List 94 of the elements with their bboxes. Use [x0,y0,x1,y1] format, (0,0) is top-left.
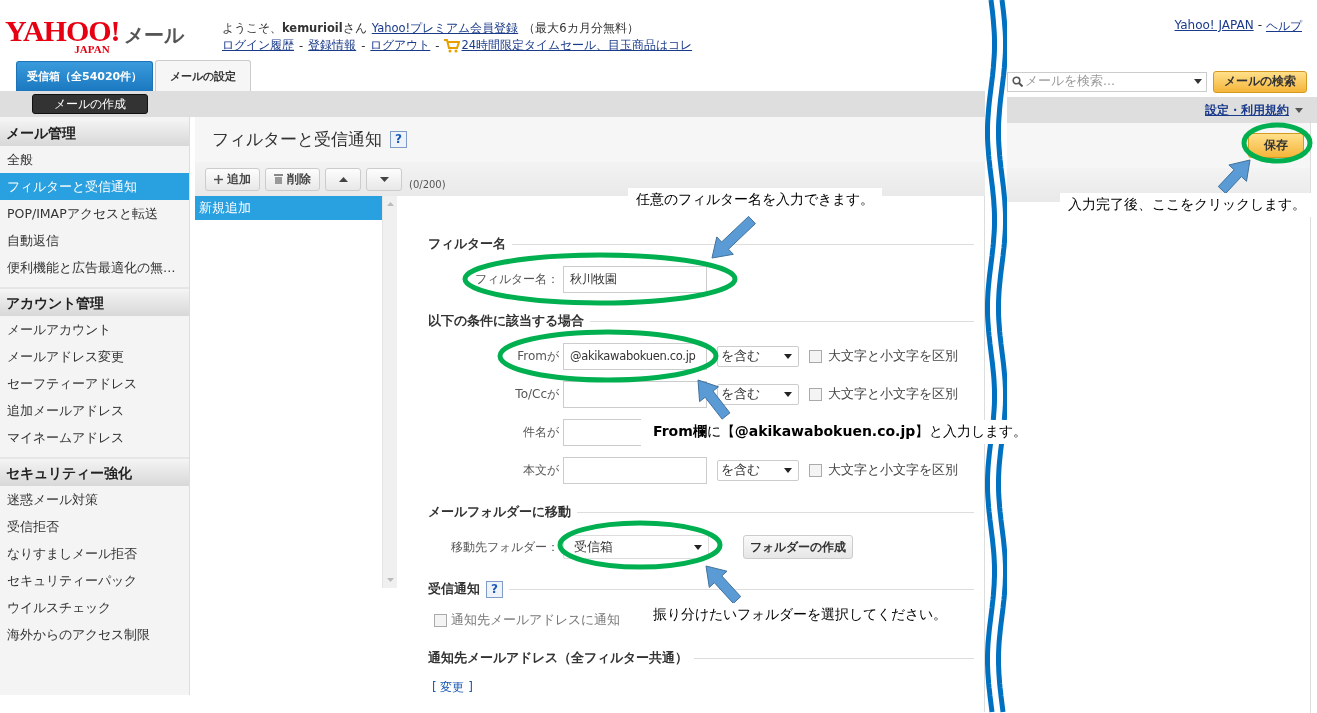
change-link[interactable]: [ 変更 ] [432,678,473,696]
welcome-text: ようこそ、kemurioilさん [222,21,367,36]
match-select[interactable]: を含む [717,345,799,367]
input-field[interactable]: 秋川牧園 [563,265,707,293]
create-folder-button[interactable]: フォルダーの作成 [743,535,853,559]
premium-note: （最大6カ月分無料） [523,21,639,36]
sidebar-item[interactable]: メールアカウント [0,316,189,343]
filter-count: (0/200) [409,178,446,190]
settings-menu[interactable]: 設定・利用規約 [1205,101,1289,119]
sidebar-heading: メール管理 [0,121,189,146]
logo-wordmark: YAHOO! [5,18,120,44]
caret-up-icon [338,176,348,182]
search-button[interactable]: メールの検索 [1213,70,1307,93]
add-button[interactable]: 追加 [205,167,260,191]
checkbox-label: 大文字と小文字を区別 [828,347,958,365]
search-icon [1012,76,1023,87]
input-field[interactable] [563,418,641,446]
page-title: フィルターと受信通知 [212,128,382,151]
field-label: フィルター名： [474,270,559,288]
sidebar-item[interactable]: 自動返信 [0,227,189,254]
folder-select[interactable]: 受信箱 [563,535,709,559]
account-link[interactable]: 登録情報 [308,38,357,53]
caret-up-icon [386,202,394,206]
help-icon[interactable]: ? [486,580,503,598]
account-link[interactable]: ログアウト [370,38,431,53]
sidebar-heading: セキュリティー強化 [0,461,189,486]
sidebar-item[interactable]: 海外からのアクセス制限 [0,621,189,648]
sidebar-item[interactable]: マイネームアドレス [0,424,189,451]
caret-icon [784,353,792,359]
field-label: Fromが [516,347,559,365]
caret-icon [694,544,702,550]
sidebar-item[interactable]: ウイルスチェック [0,594,189,621]
top-link[interactable]: Yahoo! JAPAN [1174,18,1254,32]
separator-text: - [361,38,366,53]
checkbox[interactable] [809,349,822,363]
sidebar-item[interactable]: セーフティーアドレス [0,370,189,397]
compose-button[interactable]: メールの作成 [32,94,148,114]
section-heading: フィルター名 [427,235,506,253]
move-down-button[interactable] [366,167,402,191]
section-heading: 以下の条件に該当する場合 [427,312,584,330]
sidebar-item[interactable]: 全般 [0,146,189,173]
sidebar-heading: アカウント管理 [0,291,189,316]
field-label: To/Ccが [514,385,559,403]
tab[interactable]: メールの設定 [155,60,252,91]
service-name: メール [123,22,184,49]
sidebar-item[interactable]: 追加メールアドレス [0,397,189,424]
sidebar-item[interactable]: 迷惑メール対策 [0,486,189,513]
input-field[interactable] [563,456,707,484]
help-icon[interactable]: ? [390,131,407,148]
sale-link[interactable]: 24時間限定タイムセール、目玉商品はコレ [461,38,693,53]
top-link[interactable]: ヘルプ [1266,18,1302,35]
checkbox[interactable] [809,463,822,477]
callout-arrow [711,215,756,259]
separator-text: - [435,38,440,53]
caret-icon [1295,107,1303,113]
account-link[interactable]: ログイン履歴 [222,38,294,53]
checkbox-label: 大文字と小文字を区別 [828,385,958,403]
input-field[interactable]: @akikawabokuen.co.jp [563,342,707,370]
caret-icon [784,391,792,397]
sidebar-item[interactable]: 受信拒否 [0,513,189,540]
separator-text: - [299,38,304,53]
move-up-button[interactable] [325,167,361,191]
scrollbar[interactable] [382,196,397,588]
caret-icon [784,467,792,473]
sidebar-item[interactable]: メールアドレス変更 [0,343,189,370]
caret-icon [1194,79,1202,84]
separator-text: - [1257,18,1262,32]
field-label: 移動先フォルダー： [450,538,559,556]
sidebar-item[interactable]: 便利機能と広告最適化の無… [0,254,189,281]
premium-link[interactable]: Yahoo!プレミアム会員登録 [371,21,519,36]
sidebar-item[interactable]: POP/IMAPアクセスと転送 [0,200,189,227]
section-heading: 受信通知 [427,580,480,598]
section-heading: メールフォルダーに移動 [427,503,571,521]
caret-down-icon [386,578,394,582]
field-label: 本文が [522,461,559,479]
caret-down-icon [379,176,389,182]
checkbox[interactable] [809,387,822,401]
delete-button[interactable]: 削除 [265,167,320,191]
match-select[interactable]: を含む [717,459,799,481]
trash-icon [274,174,283,184]
tab[interactable]: 受信箱（全54020件） [16,61,154,91]
logo-region: JAPAN [74,44,110,55]
field-label: 件名が [522,423,559,441]
section-heading: 通知先メールアドレス（全フィルター共通） [427,649,688,667]
cart-icon [444,38,461,53]
plus-icon [214,174,223,184]
checkbox-label: 通知先メールアドレスに通知 [451,611,620,629]
sidebar-item[interactable]: セキュリティーパック [0,567,189,594]
checkbox-label: 大文字と小文字を区別 [828,461,958,479]
callout-arrow [1217,159,1251,194]
callout-text: 入力完了後、ここをクリックします。 [1060,193,1314,217]
sidebar-item[interactable]: なりすましメール拒否 [0,540,189,567]
highlight-ring [1241,122,1313,164]
callout-arrow [705,565,742,604]
